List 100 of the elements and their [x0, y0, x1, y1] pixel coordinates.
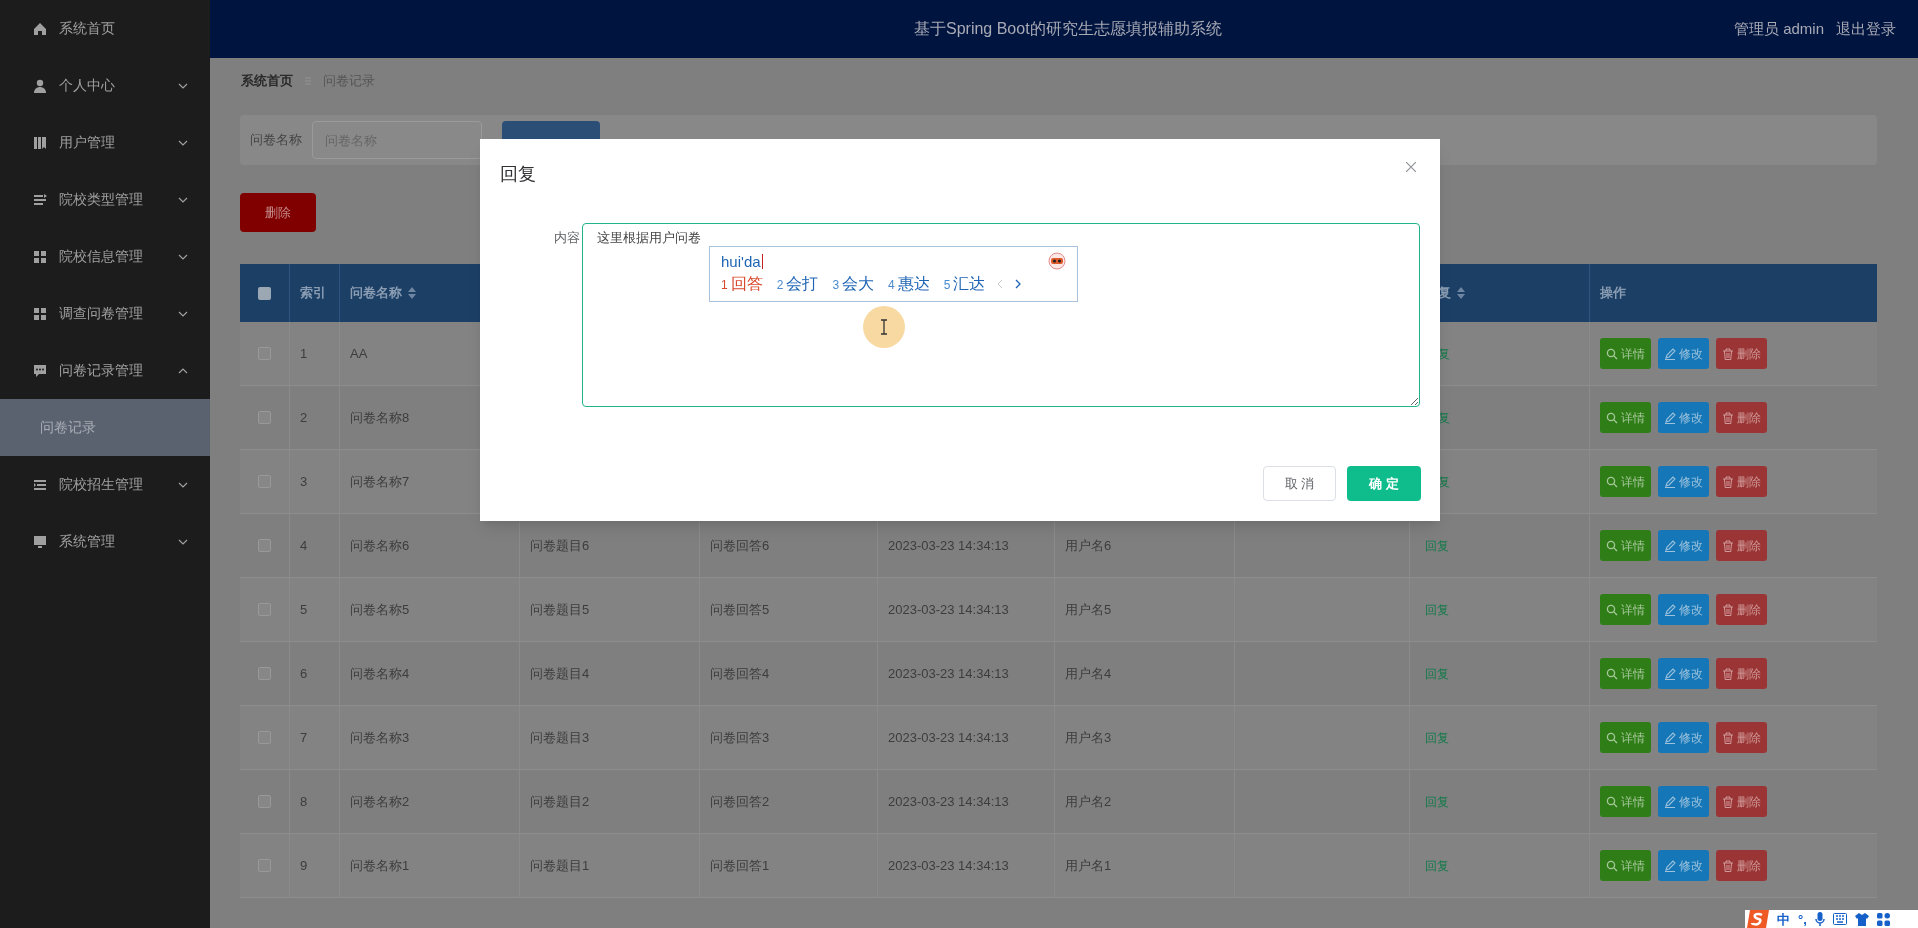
table-cell-text: 7	[300, 728, 308, 747]
search-icon	[1606, 603, 1618, 616]
sidebar-item[interactable]: 个人中心	[0, 57, 210, 114]
table-cell-text: 1	[300, 344, 308, 363]
pencil-icon	[1664, 475, 1676, 488]
delete-row-button[interactable]: 删除	[1716, 786, 1767, 817]
field-label: 内容	[554, 229, 580, 247]
delete-row-button[interactable]: 删除	[1716, 338, 1767, 369]
delete-button[interactable]: 删除	[240, 193, 316, 232]
edit-button[interactable]: 修改	[1658, 402, 1709, 433]
column-header: 索引	[300, 284, 326, 303]
delete-row-button[interactable]: 删除	[1716, 530, 1767, 561]
table-cell-text: 问卷回答4	[710, 664, 770, 683]
search-icon	[1606, 411, 1618, 424]
details-button[interactable]: 详情	[1600, 466, 1651, 497]
breadcrumb-item[interactable]: 系统首页	[241, 70, 293, 91]
ime-mode-toggle[interactable]: 中	[1777, 912, 1790, 926]
sidebar-item[interactable]: 问卷记录管理	[0, 342, 210, 399]
pencil-icon	[1664, 347, 1676, 360]
edit-button[interactable]: 修改	[1658, 722, 1709, 753]
select-all-checkbox[interactable]	[258, 286, 271, 300]
table-cell-text: 问卷名称7	[350, 472, 410, 491]
table-cell-text: 问卷题目3	[530, 728, 590, 747]
delete-row-button[interactable]: 删除	[1716, 402, 1767, 433]
pencil-icon	[1664, 795, 1676, 808]
sidebar-item[interactable]: 用户管理	[0, 114, 210, 171]
admin-label: 管理员 admin	[1733, 18, 1824, 39]
ime-candidate[interactable]: 5 汇达	[943, 272, 986, 296]
sidebar-item[interactable]: 院校类型管理	[0, 171, 210, 228]
details-button[interactable]: 详情	[1600, 722, 1651, 753]
edit-button[interactable]: 修改	[1658, 338, 1709, 369]
home-icon	[33, 21, 47, 36]
pencil-icon	[1664, 603, 1676, 616]
trash-icon	[1722, 731, 1734, 744]
row-checkbox[interactable]	[258, 539, 271, 552]
table-cell-text: 6	[300, 664, 308, 683]
trash-icon	[1722, 539, 1734, 552]
confirm-button[interactable]: 确 定	[1347, 466, 1421, 501]
logout-link[interactable]: 退出登录	[1836, 17, 1896, 41]
edit-button[interactable]: 修改	[1658, 850, 1709, 881]
table-cell-text: 问卷回答1	[710, 856, 770, 875]
trash-icon	[1722, 475, 1734, 488]
keyboard-icon[interactable]	[1832, 913, 1847, 925]
table-cell-text: 问卷题目5	[530, 600, 590, 619]
sidebar-item[interactable]: 院校信息管理	[0, 228, 210, 285]
ime-candidate[interactable]: 1 回答	[721, 272, 763, 296]
sidebar-item[interactable]: 系统管理	[0, 513, 210, 570]
details-button[interactable]: 详情	[1600, 658, 1651, 689]
ime-candidate[interactable]: 2 会打	[776, 272, 819, 296]
table-cell-text: 5	[300, 600, 308, 619]
shirt-icon[interactable]	[1854, 912, 1869, 926]
dialog-title: 回复	[500, 163, 536, 186]
trash-icon	[1722, 795, 1734, 808]
search-label: 问卷名称	[250, 131, 302, 150]
edit-button[interactable]: 修改	[1658, 658, 1709, 689]
ime-candidate[interactable]: 4 惠达	[888, 272, 930, 296]
submenu-item[interactable]: 问卷记录	[0, 399, 210, 456]
table-cell-text: 问卷名称2	[350, 792, 410, 811]
ime-logo-icon[interactable]	[1747, 910, 1769, 928]
delete-row-button[interactable]: 删除	[1716, 466, 1767, 497]
search-icon	[1606, 731, 1618, 744]
table-cell-text: 8	[300, 792, 308, 811]
edit-button[interactable]: 修改	[1658, 594, 1709, 625]
edit-button[interactable]: 修改	[1658, 466, 1709, 497]
details-button[interactable]: 详情	[1600, 338, 1651, 369]
table-cell-text: 2023-03-23 14:34:13	[888, 600, 1009, 619]
grid-icon[interactable]	[1876, 912, 1890, 926]
sidebar-item[interactable]: 系统首页	[0, 0, 210, 57]
sort-icon[interactable]	[408, 287, 416, 299]
edit-button[interactable]: 修改	[1658, 786, 1709, 817]
row-checkbox[interactable]	[258, 667, 271, 680]
microphone-icon[interactable]	[1814, 912, 1825, 926]
pencil-icon	[1664, 411, 1676, 424]
ime-candidate[interactable]: 3 会大	[832, 272, 875, 296]
delete-row-button[interactable]: 删除	[1716, 850, 1767, 881]
search-icon	[1606, 475, 1618, 488]
books-icon	[33, 135, 47, 150]
details-button[interactable]: 详情	[1600, 850, 1651, 881]
sidebar-item[interactable]: 调查问卷管理	[0, 285, 210, 342]
details-button[interactable]: 详情	[1600, 402, 1651, 433]
table-cell-text: 4	[300, 536, 308, 555]
close-icon[interactable]	[1406, 162, 1416, 172]
search-icon	[1606, 859, 1618, 872]
table-cell-text: 3	[300, 472, 308, 491]
punctuation-toggle[interactable]: °,	[1798, 912, 1807, 926]
cancel-button[interactable]: 取 消	[1263, 466, 1336, 501]
delete-row-button[interactable]: 删除	[1716, 722, 1767, 753]
row-checkbox[interactable]	[258, 411, 271, 424]
sidebar-item[interactable]: 院校招生管理	[0, 456, 210, 513]
row-checkbox[interactable]	[258, 795, 271, 808]
details-button[interactable]: 详情	[1600, 786, 1651, 817]
details-button[interactable]: 详情	[1600, 530, 1651, 561]
edit-button[interactable]: 修改	[1658, 530, 1709, 561]
table-cell-text: 用户名1	[1065, 856, 1112, 875]
details-button[interactable]: 详情	[1600, 594, 1651, 625]
column-header: 问卷名称	[350, 284, 402, 303]
delete-row-button[interactable]: 删除	[1716, 658, 1767, 689]
sort-icon[interactable]	[1457, 287, 1465, 299]
monitor-icon	[33, 534, 47, 549]
delete-row-button[interactable]: 删除	[1716, 594, 1767, 625]
